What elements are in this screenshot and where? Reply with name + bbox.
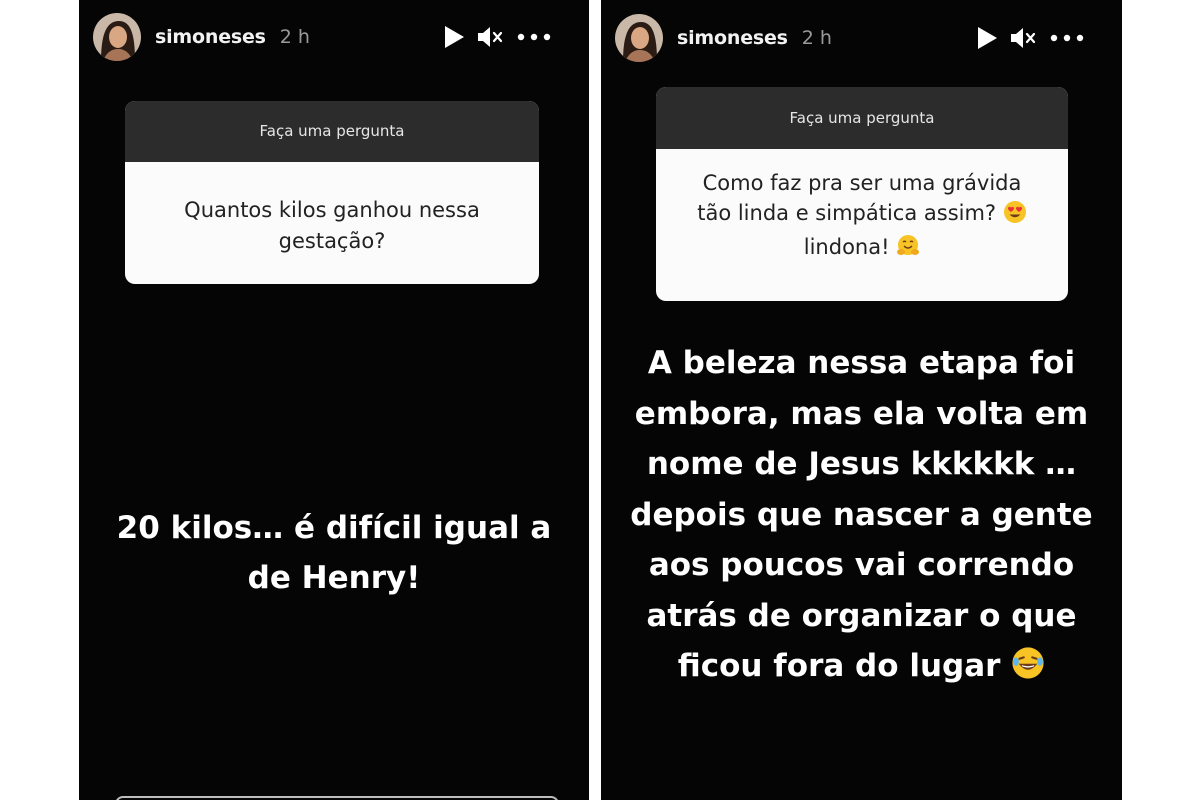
story-panel-1[interactable]: simoneses 2 h Faça uma pergunta Quantos … (79, 0, 589, 800)
laughing-tears-emoji-icon (1011, 645, 1045, 696)
answer-text: A beleza nessa etapa foi embora, mas ela… (601, 338, 1122, 696)
answer-text: 20 kilos… é difícil igual a de Henry! (116, 510, 552, 596)
question-sticker: Faça uma pergunta Quantos kilos ganhou n… (125, 101, 539, 284)
question-line: lindona! (803, 235, 890, 259)
question-line-with-emoji: lindona! (676, 232, 1048, 266)
username[interactable]: simoneses (677, 27, 788, 49)
avatar[interactable] (615, 14, 663, 62)
timestamp: 2 h (279, 26, 310, 48)
question-text: Como faz pra ser uma grávida tão linda e… (656, 149, 1068, 266)
question-line-with-emoji: tão linda e simpática assim? (676, 198, 1048, 232)
timestamp: 2 h (801, 27, 832, 49)
avatar[interactable] (93, 13, 141, 61)
username[interactable]: simoneses (155, 26, 266, 48)
more-icon[interactable] (517, 33, 551, 41)
question-sticker-header: Faça uma pergunta (125, 101, 539, 162)
question-line: tão linda e simpática assim? (697, 201, 997, 225)
play-icon[interactable] (976, 26, 998, 50)
hug-emoji-icon (896, 234, 920, 266)
question-sticker-header: Faça uma pergunta (656, 87, 1068, 149)
story-header: simoneses 2 h (615, 13, 1108, 63)
mute-icon[interactable] (1010, 26, 1038, 50)
more-icon[interactable] (1050, 34, 1084, 42)
story-controls (976, 26, 1084, 50)
reply-input[interactable] (115, 796, 559, 800)
story-controls (443, 25, 551, 49)
answer-text-content: A beleza nessa etapa foi embora, mas ela… (630, 345, 1093, 684)
question-line: Como faz pra ser uma grávida (702, 171, 1022, 195)
mute-icon[interactable] (477, 25, 505, 49)
play-icon[interactable] (443, 25, 465, 49)
story-header: simoneses 2 h (93, 12, 575, 62)
heart-eyes-emoji-icon (1003, 200, 1027, 232)
question-text: Quantos kilos ganhou nessa gestação? (184, 198, 480, 253)
story-panel-2[interactable]: simoneses 2 h Faça uma pergunta Como faz… (601, 0, 1122, 800)
question-sticker: Faça uma pergunta Como faz pra ser uma g… (656, 87, 1068, 301)
